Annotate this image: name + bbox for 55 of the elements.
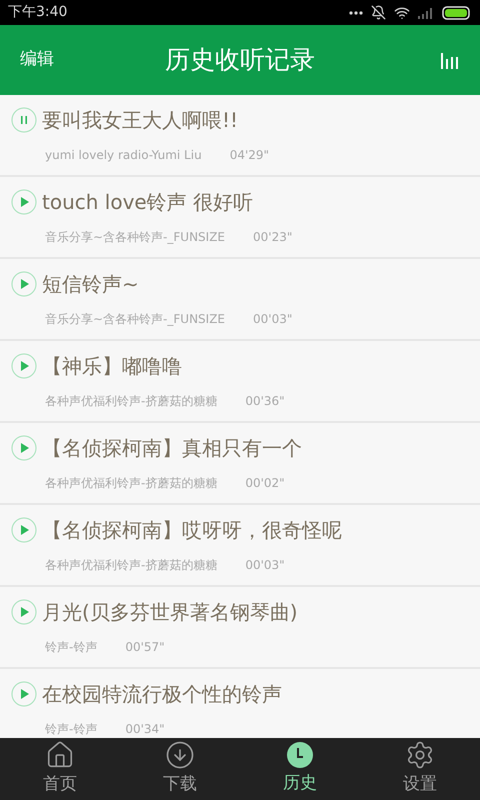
pause-icon[interactable] [11,107,37,133]
play-icon[interactable] [11,435,37,461]
track-title: 要叫我女王大人啊喂!! [42,107,238,134]
track-title: 在校园特流行极个性的铃声 [42,681,282,708]
play-icon[interactable] [11,271,37,297]
play-icon[interactable] [11,517,37,543]
tab[interactable]: 首页 [0,738,120,800]
more-icon [349,10,363,14]
track-row[interactable]: 【名侦探柯南】真相只有一个 各种声优福利铃声-挤蘑菇的糖糖 00'02" [0,423,480,505]
track-row[interactable]: 【神乐】嘟噜噜 各种声优福利铃声-挤蘑菇的糖糖 00'36" [0,341,480,423]
play-icon[interactable] [11,681,37,707]
track-source: 铃声-铃声 [45,721,98,738]
track-duration: 04'29" [230,147,270,164]
play-icon[interactable] [11,189,37,215]
track-row[interactable]: 【名侦探柯南】哎呀呀，很奇怪呢 各种声优福利铃声-挤蘑菇的糖糖 00'03" [0,505,480,587]
track-source: 各种声优福利铃声-挤蘑菇的糖糖 [45,475,218,492]
status-time: 下午3:40 [8,3,68,22]
track-source: 各种声优福利铃声-挤蘑菇的糖糖 [45,557,218,574]
play-icon[interactable] [11,353,37,379]
track-duration: 00'03" [253,311,292,328]
track-row[interactable]: touch love铃声 很好听 音乐分享~含各种铃声-_FUNSIZE 00'23" [0,177,480,259]
track-row[interactable]: 要叫我女王大人啊喂!! yumi lovely radio-Yumi Liu 04'29" [0,95,480,177]
track-source: 各种声优福利铃声-挤蘑菇的糖糖 [45,393,218,410]
tab[interactable]: 历史 [240,738,360,800]
track-title: 短信铃声~ [42,271,139,298]
track-duration: 00'57" [125,639,165,656]
tab[interactable]: 下载 [120,738,240,800]
clock-icon [286,741,314,770]
download-icon [165,740,195,770]
page-title: 历史收听记录 [165,44,315,76]
track-title: 月光(贝多芬世界著名钢琴曲) [42,599,298,626]
battery-icon [442,6,472,20]
bell-off-icon [371,5,386,20]
signal-icon [418,6,434,18]
track-source: 音乐分享~含各种铃声-_FUNSIZE [45,229,226,246]
track-source: 铃声-铃声 [45,639,98,656]
track-duration: 00'23" [253,229,292,246]
track-duration: 00'34" [125,721,165,738]
track-row[interactable]: 短信铃声~ 音乐分享~含各种铃声-_FUNSIZE 00'03" [0,259,480,341]
track-title: 【名侦探柯南】真相只有一个 [42,435,302,462]
track-duration: 00'03" [245,557,285,574]
settings-icon [405,740,435,770]
track-duration: 00'02" [245,475,285,492]
track-row[interactable]: 月光(贝多芬世界著名钢琴曲) 铃声-铃声 00'57" [0,587,480,669]
tab[interactable]: 设置 [360,738,480,800]
track-title: 【神乐】嘟噜噜 [42,353,182,380]
track-source: 音乐分享~含各种铃声-_FUNSIZE [45,311,226,328]
track-title: touch love铃声 很好听 [42,189,254,216]
play-icon[interactable] [11,599,37,625]
edit-button[interactable]: 编辑 [20,47,54,73]
track-title: 【名侦探柯南】哎呀呀，很奇怪呢 [42,517,342,544]
equalizer-icon[interactable] [440,51,460,69]
wifi-icon [394,4,410,20]
track-duration: 00'36" [245,393,285,410]
track-source: yumi lovely radio-Yumi Liu [45,147,202,164]
